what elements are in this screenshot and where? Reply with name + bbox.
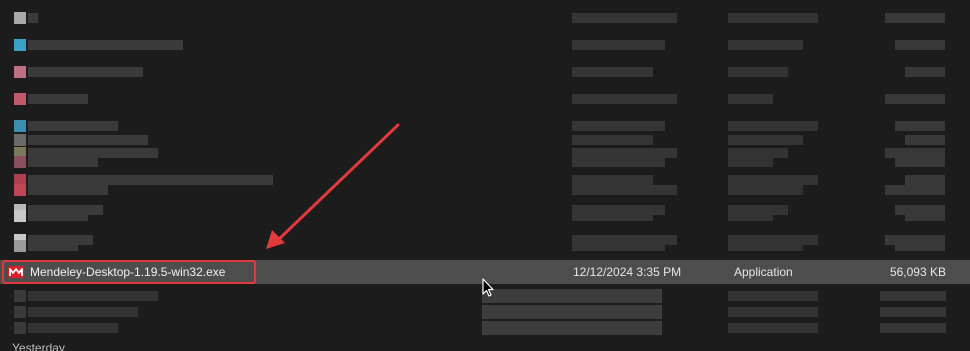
blurred-type	[728, 241, 803, 251]
blurred-date	[572, 40, 665, 50]
blurred-type	[728, 13, 818, 23]
blurred-file-name	[28, 67, 143, 77]
blurred-file-icon	[14, 184, 26, 196]
blurred-size	[895, 241, 945, 251]
file-explorer-view: Mendeley-Desktop-1.19.5-win32.exe 12/12/…	[0, 0, 970, 351]
blurred-type	[728, 323, 818, 333]
blurred-size	[880, 323, 946, 333]
size-cell: 56,093 KB	[889, 265, 946, 279]
blurred-file-name	[28, 157, 98, 167]
blurred-type	[728, 157, 773, 167]
blurred-file-icon	[14, 322, 26, 334]
blurred-file-icon	[14, 210, 26, 222]
blurred-type	[728, 185, 803, 195]
file-list: Mendeley-Desktop-1.19.5-win32.exe 12/12/…	[0, 0, 970, 351]
blurred-date	[572, 241, 665, 251]
blurred-type	[728, 307, 818, 317]
group-header-partial: Yesterday	[12, 341, 65, 351]
blurred-file-name	[28, 307, 138, 317]
file-row-blurred[interactable]	[0, 89, 970, 113]
blurred-size	[895, 157, 945, 167]
blurred-file-name	[28, 94, 88, 104]
file-row-blurred[interactable]	[0, 8, 970, 32]
blurred-file-name	[28, 40, 183, 50]
annotation-highlight-box	[2, 260, 256, 284]
file-row-blurred[interactable]	[0, 236, 970, 260]
blurred-size	[885, 13, 945, 23]
blurred-date	[572, 13, 677, 23]
blurred-size	[885, 94, 945, 104]
mouse-cursor-icon	[482, 278, 494, 297]
blurred-type	[728, 211, 773, 221]
file-row-blurred[interactable]	[0, 206, 970, 230]
blurred-file-name	[28, 185, 108, 195]
blurred-size	[905, 67, 945, 77]
blurred-type	[728, 94, 773, 104]
type-cell: Application	[734, 265, 793, 279]
blurred-date	[482, 305, 662, 319]
blurred-size	[895, 40, 945, 50]
blurred-file-name	[28, 241, 78, 251]
blurred-file-icon	[14, 290, 26, 302]
blurred-date	[482, 289, 662, 303]
blurred-file-icon	[14, 12, 26, 24]
blurred-file-icon	[14, 39, 26, 51]
blurred-file-name	[28, 211, 88, 221]
file-row-blurred[interactable]	[0, 35, 970, 59]
blurred-file-icon	[14, 93, 26, 105]
blurred-date	[482, 321, 662, 335]
blurred-file-icon	[14, 306, 26, 318]
blurred-size	[880, 291, 946, 301]
blurred-size	[905, 211, 945, 221]
blurred-file-icon	[14, 66, 26, 78]
file-row-blurred[interactable]	[0, 62, 970, 86]
blurred-file-icon	[14, 156, 26, 168]
blurred-date	[572, 67, 653, 77]
blurred-file-name	[28, 323, 118, 333]
blurred-date	[572, 94, 677, 104]
date-modified-cell: 12/12/2024 3:35 PM	[573, 265, 682, 279]
blurred-date	[572, 157, 665, 167]
blurred-size	[885, 185, 945, 195]
blurred-type	[728, 40, 803, 50]
blurred-type	[728, 67, 788, 77]
blurred-type	[728, 291, 818, 301]
blurred-date	[572, 185, 677, 195]
blurred-file-name	[28, 13, 38, 23]
blurred-file-icon	[14, 240, 26, 252]
blurred-file-name	[28, 291, 158, 301]
blurred-size	[880, 307, 946, 317]
blurred-date	[572, 211, 653, 221]
file-row-blurred[interactable]	[0, 318, 970, 342]
